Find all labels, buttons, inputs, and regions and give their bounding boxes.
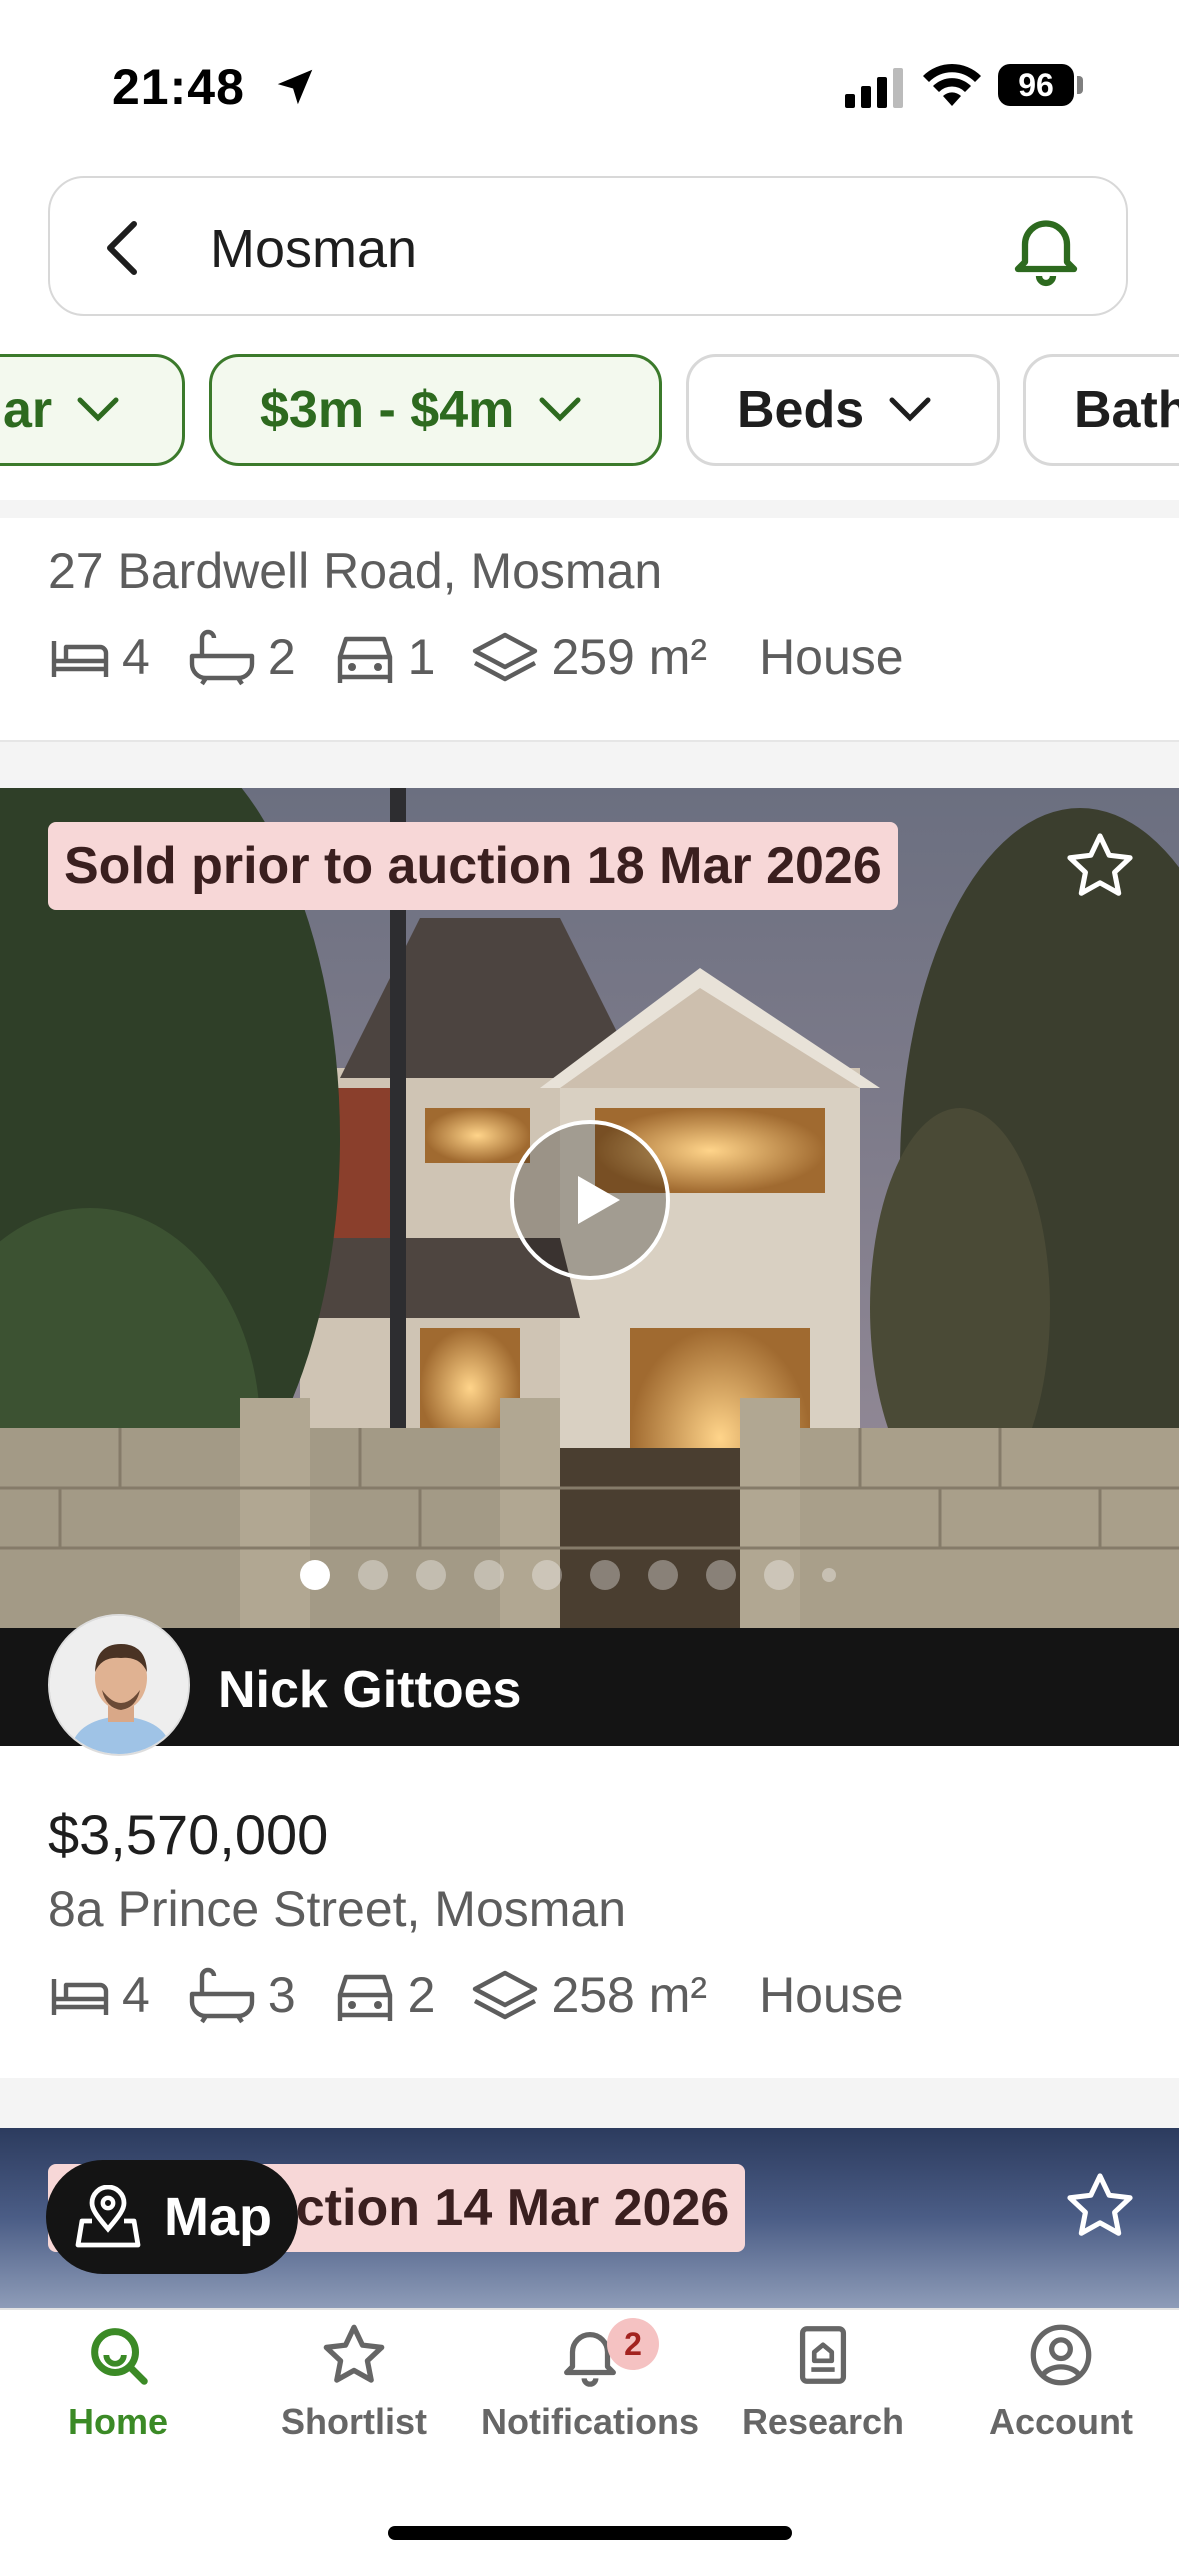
back-chevron-icon[interactable]	[100, 218, 144, 278]
pagination-dot	[590, 1560, 620, 1590]
sale-status-badge: Sold prior to auction 18 Mar 2026	[48, 822, 898, 910]
property-type: House	[759, 629, 904, 685]
agent-photo	[50, 1616, 188, 1754]
play-video-button[interactable]	[510, 1120, 670, 1280]
battery-tip	[1077, 76, 1083, 94]
tab-label: Research	[741, 2401, 905, 2442]
car-icon	[337, 1974, 392, 2021]
listing-price: $3,570,000	[48, 1803, 329, 1866]
notification-count-badge: 2	[607, 2318, 659, 2370]
filter-chip-label: Bath	[1074, 381, 1179, 439]
tab-label: Notifications	[480, 2401, 699, 2442]
save-search-bell-icon[interactable]	[1004, 206, 1088, 290]
property-type: House	[759, 1967, 904, 2023]
chevron-down-icon	[539, 397, 581, 422]
filter-chip-label: $3m - $4m	[260, 381, 515, 439]
baths-count: 3	[267, 1967, 296, 2023]
filter-chip-label: ar	[3, 381, 53, 439]
shortlist-star-icon[interactable]	[1062, 2168, 1138, 2244]
filter-chip-beds[interactable]: Beds	[686, 354, 1000, 466]
agent-name: Nick Gittoes	[218, 1661, 522, 1719]
status-time: 21:48	[112, 59, 245, 115]
account-icon	[1030, 2324, 1092, 2386]
cars-count: 2	[407, 1967, 436, 2023]
listing-address: 27 Bardwell Road, Mosman	[48, 543, 663, 599]
chevron-down-icon	[77, 397, 119, 422]
map-button-label: Map	[164, 2187, 272, 2247]
agent-avatar[interactable]	[48, 1614, 190, 1756]
beds-count: 4	[122, 1967, 150, 2023]
bed-icon	[51, 1979, 109, 2015]
land-size: 258 m²	[551, 1967, 708, 2023]
wifi-icon	[923, 63, 981, 106]
listing-features: 4 2 1 259 m² House	[48, 628, 904, 686]
tab-research[interactable]: Research	[705, 2320, 941, 2443]
land-size-icon	[473, 1970, 538, 2020]
car-icon	[337, 636, 392, 683]
pagination-dot	[648, 1560, 678, 1590]
filter-chip-price[interactable]: $3m - $4m	[209, 354, 662, 466]
star-icon	[323, 2324, 385, 2383]
pagination-dot	[474, 1560, 504, 1590]
listing-address: 8a Prince Street, Mosman	[48, 1881, 627, 1937]
tab-home[interactable]: Home	[0, 2320, 236, 2443]
pagination-dot	[300, 1560, 330, 1590]
bath-icon	[189, 1967, 255, 2024]
tab-notifications[interactable]: Notifications	[472, 2320, 708, 2443]
cars-count: 1	[407, 629, 436, 685]
play-icon	[578, 1176, 620, 1224]
filter-chip-label: Beds	[737, 381, 865, 439]
search-query[interactable]: Mosman	[210, 218, 417, 280]
research-icon	[799, 2326, 847, 2384]
filter-chip-year[interactable]: ar	[0, 354, 185, 466]
cellular-signal-icon	[845, 68, 903, 108]
filter-chip-baths[interactable]: Bath	[1023, 354, 1179, 466]
battery-indicator: 96	[998, 64, 1074, 106]
home-indicator	[388, 2526, 792, 2540]
map-button[interactable]: Map	[46, 2160, 298, 2274]
beds-count: 4	[122, 629, 150, 685]
tab-shortlist[interactable]: Shortlist	[236, 2320, 472, 2443]
pagination-dot	[706, 1560, 736, 1590]
listing-features: 4 3 2 258 m² House	[48, 1966, 904, 2024]
tab-label: Account	[989, 2401, 1133, 2442]
tab-account[interactable]: Account	[943, 2320, 1179, 2443]
home-search-icon	[91, 2328, 148, 2385]
chevron-down-icon	[889, 397, 931, 422]
pagination-dot	[822, 1568, 836, 1582]
location-arrow-icon	[277, 69, 313, 105]
pagination-dot	[416, 1560, 446, 1590]
baths-count: 2	[267, 629, 296, 685]
pagination-dot	[358, 1560, 388, 1590]
shortlist-star-icon[interactable]	[1062, 828, 1138, 904]
photo-pagination-dots	[300, 1560, 836, 1590]
tab-label: Home	[67, 2401, 169, 2442]
bath-icon	[189, 629, 255, 686]
map-pin-icon	[75, 2185, 141, 2248]
pagination-dot	[532, 1560, 562, 1590]
pagination-dot	[764, 1560, 794, 1590]
tab-label: Shortlist	[280, 2401, 427, 2442]
land-size-icon	[473, 632, 538, 682]
land-size: 259 m²	[551, 629, 708, 685]
bed-icon	[51, 641, 109, 677]
